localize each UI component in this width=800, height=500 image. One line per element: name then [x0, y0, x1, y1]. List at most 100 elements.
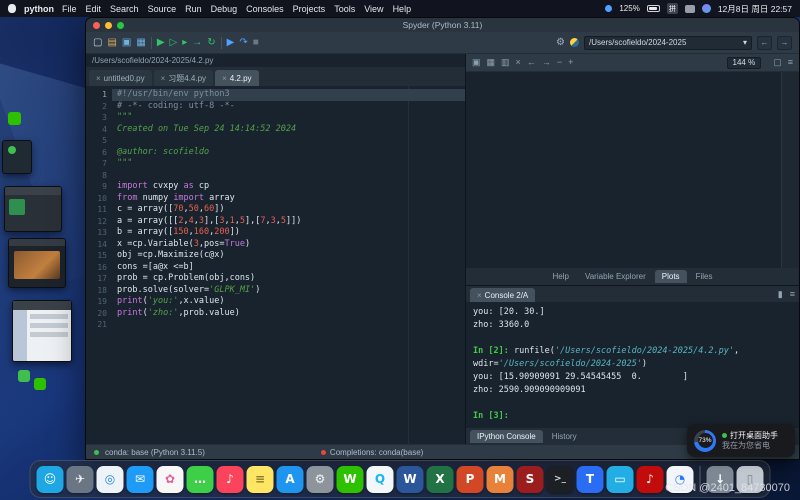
re-run-icon[interactable]: ↻ — [207, 38, 215, 48]
tab-close-icon[interactable]: × — [222, 74, 227, 83]
pane-tab-help[interactable]: Help — [546, 270, 576, 283]
menubar-menu-consoles[interactable]: Consoles — [246, 4, 284, 14]
previous-plot-icon[interactable]: ← — [527, 58, 536, 67]
code-line[interactable]: 6@author: scofieldo — [86, 147, 465, 159]
siri-icon[interactable] — [702, 4, 711, 13]
menubar-menu-search[interactable]: Search — [110, 4, 139, 14]
browse-next-directory-icon[interactable]: → — [777, 36, 792, 50]
code-line[interactable]: 2# -*- coding: utf-8 -*- — [86, 101, 465, 113]
code-line[interactable]: 21 — [86, 319, 465, 331]
menubar-app-name[interactable]: python — [24, 4, 54, 14]
pane-tab-variable-explorer[interactable]: Variable Explorer — [578, 270, 653, 283]
run-file-icon[interactable]: ▶ — [157, 38, 165, 48]
fit-plot-icon[interactable]: ▢ — [773, 58, 782, 67]
dock-item-wechat[interactable]: W — [337, 466, 364, 493]
dock-item-messages[interactable]: … — [187, 466, 214, 493]
console-output[interactable]: you: [20. 30.]zho: 3360.0In [2]: runfile… — [466, 302, 799, 428]
dock-item-qq[interactable]: Q — [367, 466, 394, 493]
code-line[interactable]: 1#!/usr/bin/env python3 — [86, 89, 465, 101]
menubar-menu-debug[interactable]: Debug — [211, 4, 238, 14]
run-cell-advance-icon[interactable]: ▸ — [182, 38, 187, 48]
code-line[interactable]: 14x =cp.Variable(3,pos=True) — [86, 239, 465, 251]
battery-icon[interactable] — [647, 5, 660, 12]
tab-close-icon[interactable]: × — [161, 74, 166, 83]
desktop-window-thumbnail[interactable] — [12, 300, 72, 362]
code-line[interactable]: 19print('you:',x.value) — [86, 296, 465, 308]
code-line[interactable]: 13b = array([150,160,200]) — [86, 227, 465, 239]
dock-item-translate[interactable]: T — [577, 466, 604, 493]
console-bottom-tab-history[interactable]: History — [545, 430, 584, 443]
zoom-out-icon[interactable]: − — [557, 58, 562, 67]
pane-tab-files[interactable]: Files — [689, 270, 720, 283]
minimize-window-icon[interactable] — [105, 22, 112, 29]
code-line[interactable]: 16cons =[a@x <=b] — [86, 262, 465, 274]
save-all-plots-icon[interactable]: ▦ — [487, 58, 496, 67]
menubar-menu-source[interactable]: Source — [148, 4, 177, 14]
battery-assistant-widget[interactable]: 73% 打开桌面助手 我在为您省电 — [687, 424, 795, 457]
battery-widget-title[interactable]: 打开桌面助手 — [730, 431, 778, 441]
dock-item-system-settings[interactable]: ⚙ — [307, 466, 334, 493]
menubar-menu-view[interactable]: View — [364, 4, 383, 14]
console-options-menu-icon[interactable]: ≡ — [790, 289, 795, 300]
zoom-level-indicator[interactable]: 144 % — [727, 57, 762, 69]
tab-close-icon[interactable]: × — [477, 291, 482, 300]
dock-item-finder[interactable]: ☺ — [37, 466, 64, 493]
menubar-clock[interactable]: 12月8日 周日 22:57 — [718, 3, 792, 15]
save-all-icon[interactable]: ▦ — [136, 38, 145, 48]
code-line[interactable]: 11c = array([70,50,60]) — [86, 204, 465, 216]
plot-thumbnails-strip[interactable] — [781, 72, 799, 268]
open-file-icon[interactable]: ▤ — [107, 38, 116, 48]
code-line[interactable]: 20print('zho:',prob.value) — [86, 308, 465, 320]
zoom-window-icon[interactable] — [117, 22, 124, 29]
copy-plot-icon[interactable]: ▥ — [501, 58, 510, 67]
plots-options-menu-icon[interactable]: ≡ — [788, 58, 793, 67]
editor-tab-习题4.4.py[interactable]: ×习题4.4.py — [154, 70, 213, 86]
code-line[interactable]: 4Created on Tue Sep 24 14:14:52 2024 — [86, 124, 465, 136]
desktop-icon[interactable] — [34, 378, 46, 390]
code-line[interactable]: 7""" — [86, 158, 465, 170]
control-center-icon[interactable] — [685, 5, 695, 13]
menubar-menu-projects[interactable]: Projects — [293, 4, 326, 14]
dock-item-mail[interactable]: ✉ — [127, 466, 154, 493]
pane-tab-plots[interactable]: Plots — [655, 270, 687, 283]
preferences-wrench-icon[interactable]: ⚙ — [556, 37, 565, 48]
code-line[interactable]: 5 — [86, 135, 465, 147]
save-plot-icon[interactable]: ▣ — [472, 58, 481, 67]
dock-item-word[interactable]: W — [397, 466, 424, 493]
conda-env-label[interactable]: conda: base (Python 3.11.5) — [105, 448, 205, 457]
screen-mirroring-icon[interactable] — [605, 5, 612, 12]
apple-logo-icon[interactable] — [8, 4, 16, 13]
window-titlebar[interactable]: Spyder (Python 3.11) — [86, 18, 799, 32]
interrupt-kernel-icon[interactable]: ▮ — [778, 289, 783, 300]
dock-item-excel[interactable]: X — [427, 466, 454, 493]
dock-item-launchpad[interactable]: ✈ — [67, 466, 94, 493]
dock-item-netease-music[interactable]: ♪ — [637, 466, 664, 493]
debug-file-icon[interactable]: ▶ — [227, 38, 235, 48]
menubar-menu-tools[interactable]: Tools — [334, 4, 355, 14]
desktop-window-thumbnail[interactable] — [2, 140, 32, 174]
pythonpath-manager-icon[interactable] — [570, 38, 579, 47]
dock-item-terminal[interactable]: >_ — [547, 466, 574, 493]
step-over-icon[interactable]: ↷ — [239, 38, 247, 48]
input-method-icon[interactable]: 拼 — [667, 3, 678, 14]
code-line[interactable]: 9import cvxpy as cp — [86, 181, 465, 193]
console-tab[interactable]: × Console 2/A — [470, 288, 535, 302]
browse-previous-directory-icon[interactable]: ← — [757, 36, 772, 50]
console-bottom-tab-ipython-console[interactable]: IPython Console — [470, 430, 543, 443]
dock-item-notes[interactable]: ≡ — [247, 466, 274, 493]
plot-display-area[interactable] — [466, 72, 781, 268]
menubar-menu-file[interactable]: File — [62, 4, 77, 14]
stop-icon[interactable]: ■ — [253, 38, 259, 48]
code-editor[interactable]: 1#!/usr/bin/env python32# -*- coding: ut… — [86, 86, 465, 444]
dock-item-photos[interactable]: ✿ — [157, 466, 184, 493]
next-plot-icon[interactable]: → — [542, 58, 551, 67]
dock-item-matlab[interactable]: M — [487, 466, 514, 493]
code-line[interactable]: 10from numpy import array — [86, 193, 465, 205]
run-selection-icon[interactable]: → — [192, 38, 202, 48]
editor-tab-4.2.py[interactable]: ×4.2.py — [215, 70, 258, 86]
code-line[interactable]: 3""" — [86, 112, 465, 124]
desktop-window-thumbnail[interactable] — [8, 238, 66, 288]
dock-item-music[interactable]: ♪ — [217, 466, 244, 493]
menubar-menu-run[interactable]: Run — [185, 4, 202, 14]
code-line[interactable]: 8 — [86, 170, 465, 182]
